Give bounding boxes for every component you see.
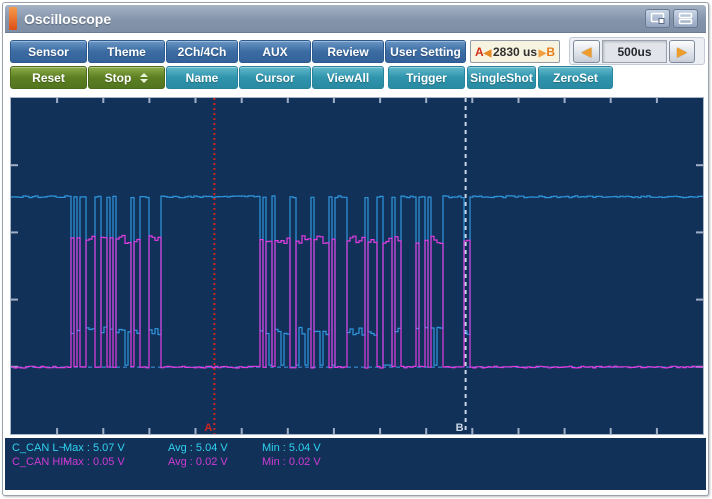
avg-value: Avg : 5.04 V [168, 442, 228, 454]
button-label: Sensor [28, 44, 69, 59]
min-value: Min : 0.02 V [262, 456, 321, 468]
singleshot-button[interactable]: SingleShot [467, 66, 536, 89]
button-label: Reset [32, 70, 65, 85]
cursor-b-step[interactable]: ▶B [539, 45, 555, 59]
channel-name: C_CAN L~ [12, 442, 65, 454]
2ch-4ch-button[interactable]: 2Ch/4Ch [166, 40, 238, 63]
button-label: ZeroSet [553, 70, 598, 85]
measurement-row: C_CAN L~ Max : 5.07 V Avg : 5.04 V Min : 5.… [5, 442, 706, 456]
cursor-ab-readout: A◀ 2830 us ▶B [470, 40, 560, 63]
cursor-delta-value: 2830 us [492, 44, 538, 59]
button-label: Theme [107, 44, 146, 59]
cursor-a-step[interactable]: A◀ [475, 45, 491, 59]
stop-button[interactable]: Stop [88, 66, 165, 89]
cursor-a-left-arrow-icon: ◀ [483, 47, 492, 59]
min-value: Min : 5.04 V [262, 442, 321, 454]
measurement-row: C_CAN HI~ Max : 0.05 V Avg : 0.02 V Min : 0… [5, 456, 706, 470]
cursor-button[interactable]: Cursor [239, 66, 311, 89]
waveform-plot[interactable]: AB [10, 97, 704, 435]
oscilloscope-svg[interactable]: AB [11, 98, 704, 434]
timebase-value: 500us [602, 40, 667, 63]
cursor-b-label: B [546, 44, 555, 59]
trigger-button[interactable]: Trigger [388, 66, 465, 89]
button-label: Trigger [406, 70, 447, 85]
button-label: Review [327, 44, 369, 59]
button-label: Name [185, 70, 219, 85]
title-bar: Oscilloscope [5, 5, 706, 33]
left-arrow-icon: ◀ [581, 43, 592, 59]
trace-c-can-hi [11, 234, 704, 369]
viewall-button[interactable]: ViewAll [312, 66, 384, 89]
avg-value: Avg : 0.02 V [168, 456, 228, 468]
right-arrow-icon: ▶ [677, 43, 687, 59]
cursor-a-label: A [204, 422, 212, 434]
button-label: Stop [104, 70, 132, 85]
name-button[interactable]: Name [166, 66, 238, 89]
max-value: Max : 5.07 V [63, 442, 125, 454]
minimize-window-icon[interactable] [673, 9, 698, 28]
trace-c-can-l [11, 195, 704, 366]
review-button[interactable]: Review [312, 40, 384, 63]
timebase-decrease-button[interactable]: ◀ [573, 40, 600, 63]
button-label: 2Ch/4Ch [177, 44, 227, 59]
button-label: SingleShot [470, 70, 533, 85]
theme-button[interactable]: Theme [88, 40, 165, 63]
button-label: AUX [262, 44, 288, 59]
button-label: User Setting [390, 44, 461, 59]
cursor-a-label: A [475, 44, 484, 59]
user-setting-button[interactable]: User Setting [385, 40, 466, 63]
max-value: Max : 0.05 V [63, 456, 125, 468]
zeroset-button[interactable]: ZeroSet [538, 66, 613, 89]
aux-button[interactable]: AUX [239, 40, 311, 63]
timebase-increase-button[interactable]: ▶ [669, 40, 695, 63]
reset-button[interactable]: Reset [10, 66, 87, 89]
window-title: Oscilloscope [24, 11, 112, 27]
button-label: ViewAll [326, 70, 370, 85]
channel-name: C_CAN HI~ [12, 456, 70, 468]
sensor-button[interactable]: Sensor [10, 40, 87, 63]
restore-window-icon[interactable] [645, 9, 670, 28]
button-label: Cursor [255, 70, 295, 85]
measurement-panel: C_CAN L~ Max : 5.07 V Avg : 5.04 V Min : 5.… [5, 438, 706, 490]
stop-spinner-icon[interactable] [140, 72, 149, 83]
cursor-b-label: B [456, 422, 464, 434]
titlebar-accent [9, 7, 17, 30]
